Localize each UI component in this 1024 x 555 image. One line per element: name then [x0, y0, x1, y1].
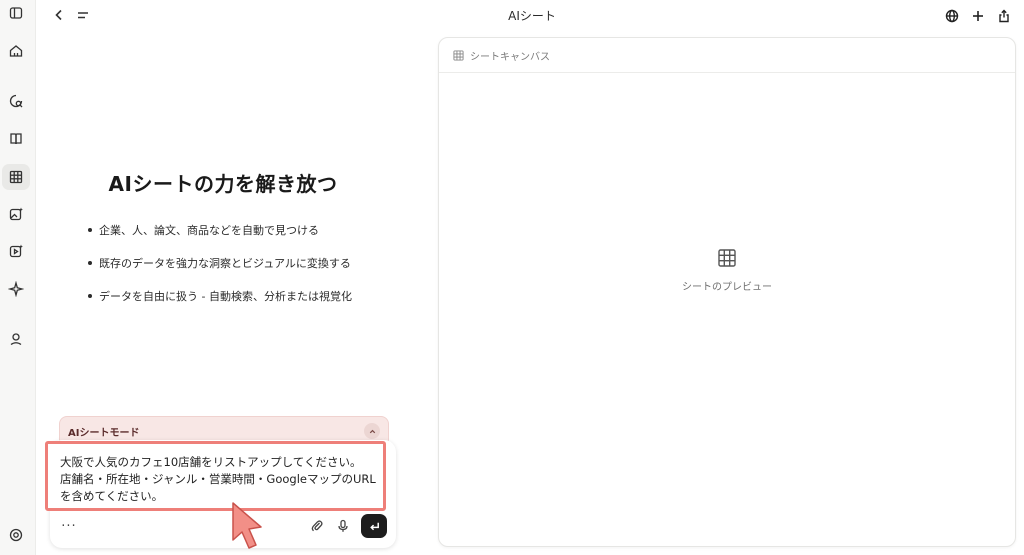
hero-title: AIシートの力を解き放つ: [108, 172, 338, 196]
paperclip-icon: [311, 520, 323, 532]
topbar-actions: [940, 4, 1016, 28]
sidebar-toggle-icon: [9, 7, 23, 19]
plus-icon: [973, 11, 983, 21]
new-button[interactable]: [966, 4, 990, 28]
image-generate-button[interactable]: [2, 201, 30, 227]
settings-button[interactable]: [2, 522, 30, 548]
chat-search-icon: [9, 94, 23, 108]
home-button[interactable]: [2, 38, 30, 64]
share-icon: [999, 9, 1009, 23]
globe-icon: [945, 9, 959, 23]
feature-item: データを自由に扱う - 自動検索、分析または視覚化: [88, 279, 352, 312]
ai-tools-button[interactable]: [2, 276, 30, 302]
prompt-line: 店舗名・所在地・ジャンル・営業時間・GoogleマップのURL: [60, 472, 376, 486]
bullet-icon: [88, 227, 92, 232]
left-rail: [0, 0, 36, 555]
video-sparkle-icon: [9, 244, 23, 258]
attach-button[interactable]: [308, 517, 326, 535]
settings-icon: [9, 528, 23, 542]
language-button[interactable]: [940, 4, 964, 28]
cursor-pointer-icon: [232, 502, 262, 549]
grid-table-icon: [9, 170, 23, 184]
image-sparkle-icon: [9, 207, 23, 221]
sidebar-toggle-button[interactable]: [2, 0, 30, 26]
canvas-header: シートキャンバス: [439, 38, 1015, 73]
mode-label: AIシートモード: [68, 427, 140, 439]
bullet-icon: [88, 260, 92, 265]
grid-table-icon: [453, 49, 464, 61]
more-options-button[interactable]: ···: [60, 517, 78, 535]
video-generate-button[interactable]: [2, 238, 30, 264]
voice-input-button[interactable]: [334, 517, 352, 535]
canvas-title: シートキャンバス: [470, 51, 550, 63]
book-button[interactable]: [2, 126, 30, 152]
feature-item: 企業、人、論文、商品などを自動で見つける: [88, 213, 352, 246]
bullet-icon: [88, 293, 92, 298]
user-icon: [10, 333, 22, 346]
feature-list: 企業、人、論文、商品などを自動で見つける 既存のデータを強力な洞察とビジュアルに…: [88, 213, 352, 312]
preview-label: シートのプレビュー: [682, 282, 772, 293]
grid-table-icon: [718, 249, 736, 267]
feature-text: データを自由に扱う - 自動検索、分析または視覚化: [99, 289, 352, 303]
sheet-preview-placeholder: シートのプレビュー: [439, 248, 1015, 293]
prompt-line: を含めてください。: [60, 489, 164, 503]
send-button[interactable]: [361, 514, 387, 538]
enter-arrow-icon: [369, 522, 379, 530]
share-button[interactable]: [992, 4, 1016, 28]
feature-text: 企業、人、論文、商品などを自動で見つける: [99, 223, 319, 237]
sheets-button[interactable]: [2, 164, 30, 190]
prompt-input[interactable]: 大阪で人気のカフェ10店舗をリストアップしてください。 店舗名・所在地・ジャンル…: [45, 441, 386, 511]
profile-button[interactable]: [2, 326, 30, 352]
home-icon: [9, 45, 23, 57]
page-title: AIシート: [508, 9, 556, 23]
feature-item: 既存のデータを強力な洞察とビジュアルに変換する: [88, 246, 352, 279]
microphone-icon: [338, 519, 348, 532]
mode-collapse-button[interactable]: [364, 423, 380, 439]
back-button[interactable]: [50, 6, 68, 24]
chevron-left-icon: [55, 9, 62, 21]
book-icon: [10, 133, 22, 145]
chat-search-button[interactable]: [2, 88, 30, 114]
menu-button[interactable]: [74, 6, 92, 24]
prompt-line: 大阪で人気のカフェ10店舗をリストアップしてください。: [60, 455, 362, 469]
sparkle-icon: [8, 281, 24, 297]
chevron-up-icon: [369, 429, 375, 433]
menu-icon: [78, 12, 88, 19]
sheet-canvas-panel: シートキャンバス シートのプレビュー: [438, 37, 1016, 547]
feature-text: 既存のデータを強力な洞察とビジュアルに変換する: [99, 256, 351, 270]
